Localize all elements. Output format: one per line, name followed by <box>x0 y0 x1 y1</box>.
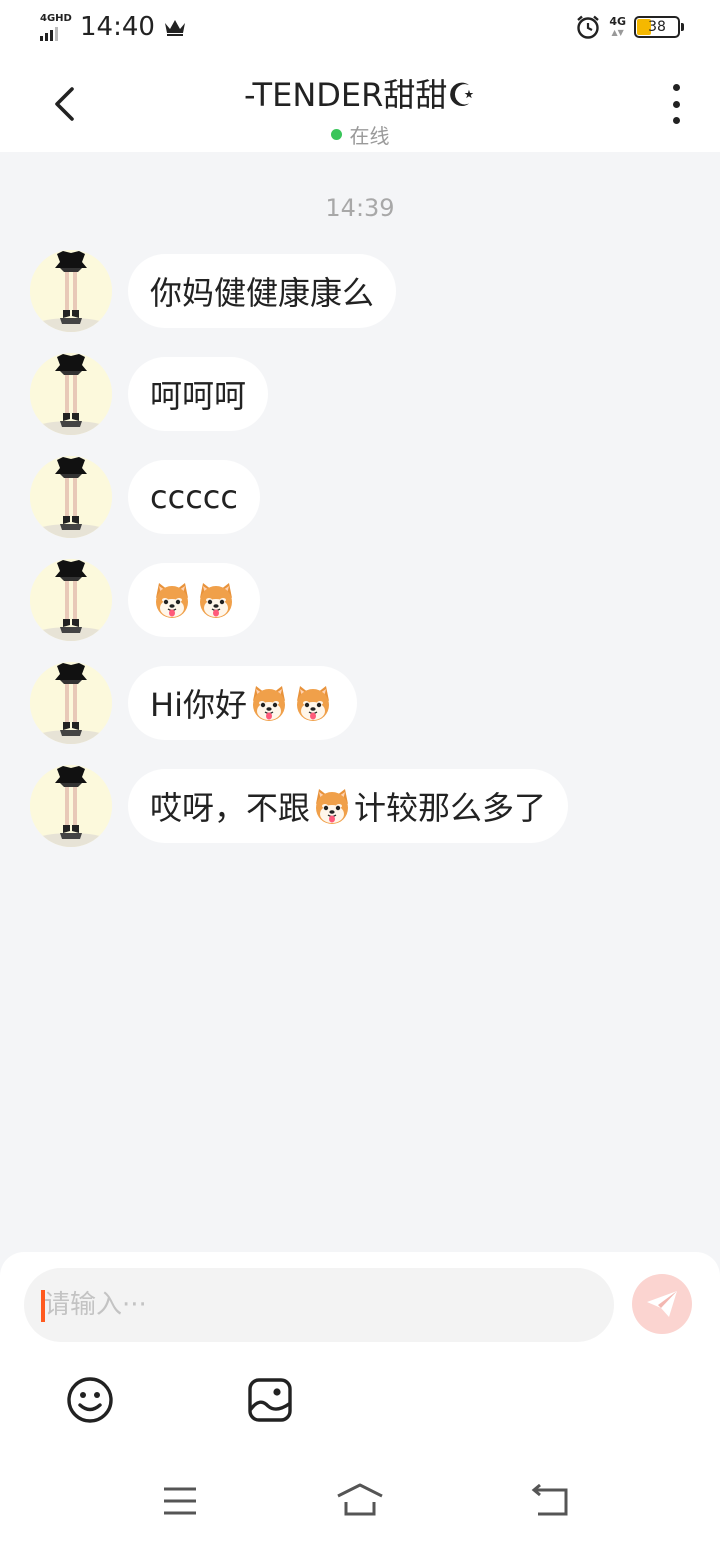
avatar[interactable] <box>30 456 112 538</box>
message-input[interactable] <box>24 1268 614 1342</box>
status-left: 4GHD 14:40 <box>38 12 187 42</box>
message-text: 你妈健健康康么 <box>150 274 375 312</box>
data-arrows-icon: ▲▼ <box>611 28 624 37</box>
message-list[interactable]: 14:39 你妈健健康康么 呵呵呵 ccccc Hi你好 哎呀，不跟 计较那么多… <box>0 152 720 1252</box>
message-text: 呵呵呵 <box>150 377 247 415</box>
message-text: Hi你好 <box>150 686 247 724</box>
menu-icon[interactable] <box>162 1484 198 1518</box>
message-row <box>30 559 260 641</box>
status-time: 14:40 <box>80 12 155 42</box>
message-bubble[interactable]: Hi你好 <box>128 666 357 740</box>
alarm-icon <box>577 15 600 39</box>
message-timestamp: 14:39 <box>325 194 395 222</box>
message-row: 呵呵呵 <box>30 353 269 435</box>
message-bubble[interactable] <box>128 563 260 637</box>
message-bubble[interactable]: 呵呵呵 <box>128 357 269 431</box>
message-row: Hi你好 <box>30 662 357 744</box>
shiba-dog-emoji-icon <box>293 683 333 723</box>
mobile-data-indicator: 4G ▲▼ <box>609 16 626 38</box>
shiba-dog-emoji-icon <box>152 580 192 620</box>
online-dot-icon <box>330 129 342 140</box>
chat-header: -TENDER甜甜☪ 在线 <box>0 56 720 152</box>
battery-level: 38 <box>648 19 666 35</box>
more-options-button[interactable] <box>668 84 684 124</box>
message-bubble[interactable]: 你妈健健康康么 <box>128 254 397 328</box>
shiba-dog-emoji-icon <box>196 580 236 620</box>
message-row: 你妈健健康康么 <box>30 250 397 332</box>
send-icon <box>647 1291 677 1317</box>
message-text-after: 计较那么多了 <box>354 789 547 827</box>
message-row: ccccc <box>30 456 260 538</box>
smiley-icon[interactable] <box>66 1376 114 1424</box>
avatar[interactable] <box>30 250 112 332</box>
shiba-dog-emoji-icon <box>312 786 352 826</box>
system-nav-bar <box>0 1468 720 1544</box>
status-right: 4G ▲▼ 38 <box>575 14 684 40</box>
chat-screen: 4GHD 14:40 4G ▲▼ 38 -TENDER甜甜☪ 在线 14:39 … <box>0 0 720 1544</box>
contact-name: -TENDER甜甜☪ <box>243 76 477 114</box>
presence-status: 在线 <box>160 120 560 149</box>
message-bubble[interactable]: 哎呀，不跟 计较那么多了 <box>128 769 569 843</box>
presence-label: 在线 <box>349 124 390 148</box>
send-button[interactable] <box>632 1274 692 1334</box>
message-bubble[interactable]: ccccc <box>128 460 260 534</box>
shiba-dog-emoji-icon <box>249 683 289 723</box>
back-button[interactable] <box>44 82 84 126</box>
signal-bars-icon <box>40 27 58 41</box>
text-caret <box>41 1290 45 1322</box>
status-bar: 4GHD 14:40 4G ▲▼ 38 <box>0 0 720 56</box>
image-icon[interactable] <box>246 1376 294 1424</box>
back-icon[interactable] <box>530 1484 570 1518</box>
contact-info: -TENDER甜甜☪ 在线 <box>160 70 560 149</box>
network-type-label: 4GHD <box>40 13 72 24</box>
avatar[interactable] <box>30 765 112 847</box>
avatar[interactable] <box>30 559 112 641</box>
message-row: 哎呀，不跟 计较那么多了 <box>30 765 569 847</box>
chevron-left-icon <box>55 87 74 121</box>
message-text-before: 哎呀，不跟 <box>150 789 311 827</box>
signal-indicator: 4GHD <box>38 13 72 41</box>
crown-icon <box>164 20 185 36</box>
home-icon[interactable] <box>336 1482 384 1518</box>
battery-icon: 38 <box>634 16 684 38</box>
avatar[interactable] <box>30 662 112 744</box>
message-text: ccccc <box>150 478 238 516</box>
avatar[interactable] <box>30 353 112 435</box>
more-vertical-icon <box>672 84 680 91</box>
